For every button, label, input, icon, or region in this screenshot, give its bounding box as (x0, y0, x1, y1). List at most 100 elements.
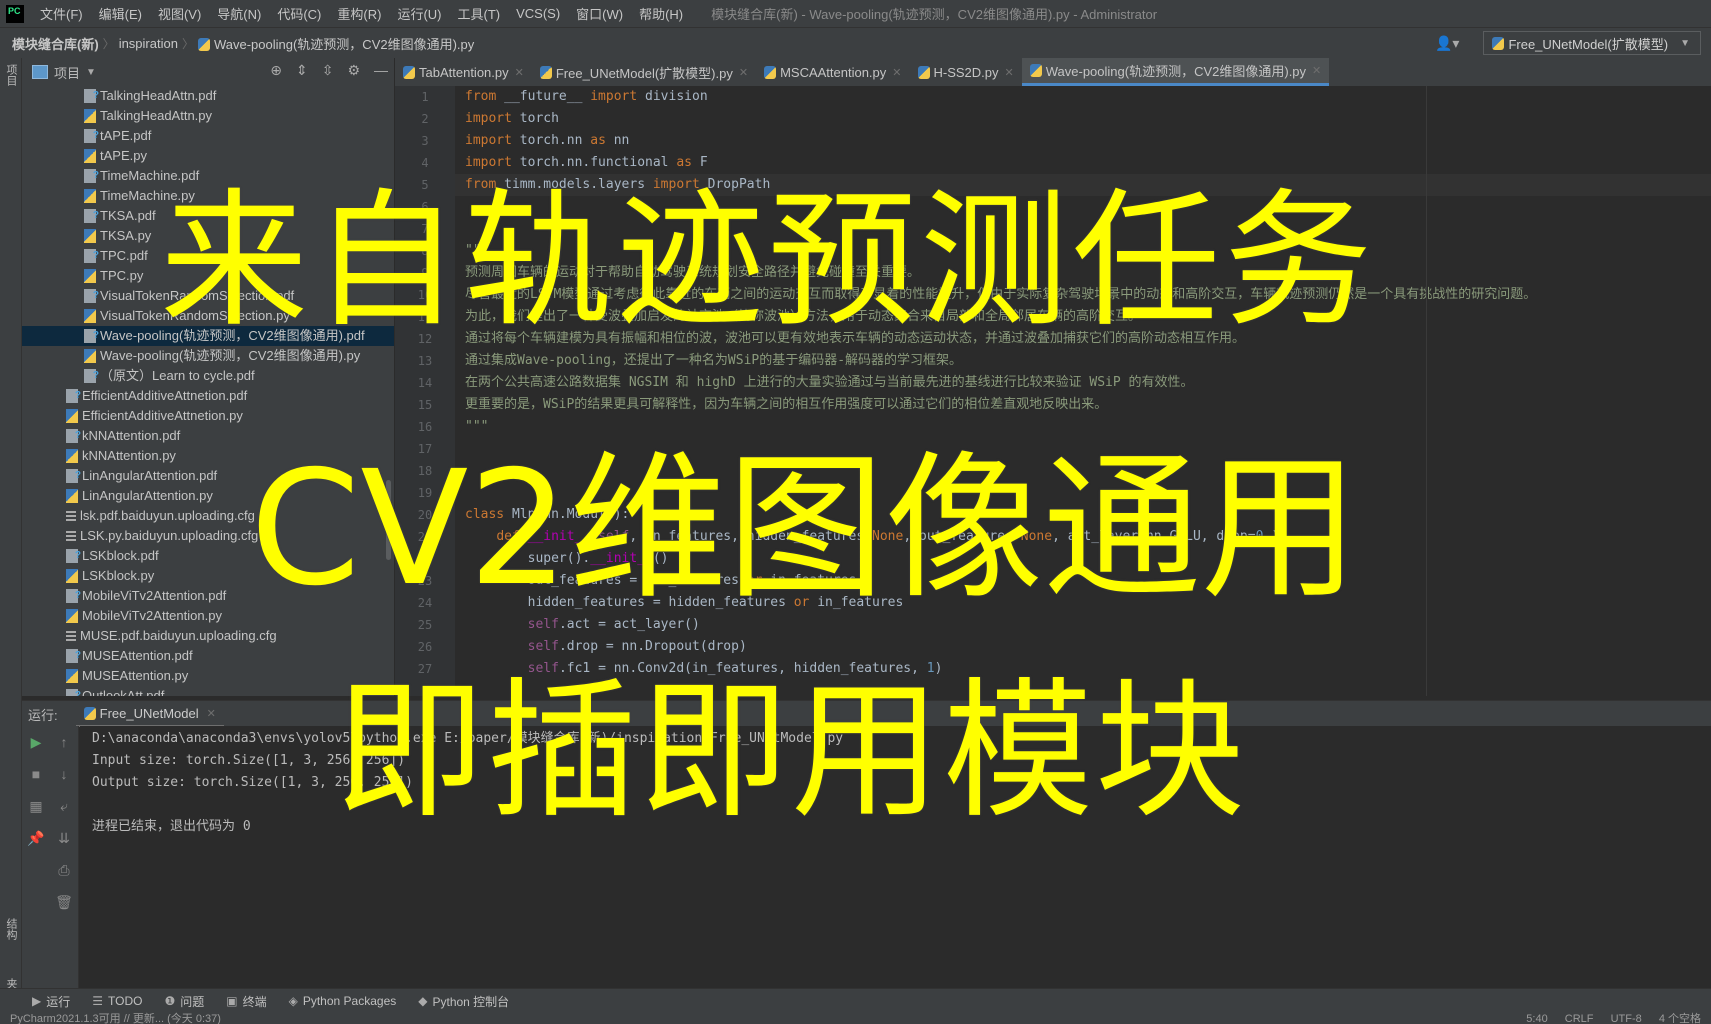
collapse-all-icon[interactable]: ⇳ (322, 62, 334, 79)
code-line[interactable]: 在两个公共高速公路数据集 NGSIM 和 highD 上进行的大量实验通过与当前… (455, 372, 1711, 394)
tree-item[interactable]: TimeMachine.py (22, 186, 394, 206)
code-line[interactable]: from timm.models.layers import DropPath (455, 174, 1711, 196)
tree-item[interactable]: kNNAttention.py (22, 446, 394, 466)
bottom-tab[interactable]: ◈ Python Packages (289, 994, 397, 1008)
tree-item[interactable]: VisualTokenRandomSelection.py (22, 306, 394, 326)
code-line[interactable]: class Mlp(nn.Module): (455, 504, 1711, 526)
code-line[interactable]: 通过集成Wave-pooling，还提出了一种名为WSiP的基于编码器-解码器的… (455, 350, 1711, 372)
code-line[interactable]: 尽管最近的LSTM模型通过考虑彼此靠近的车辆之间的运动交互而取得了显着的性能提升… (455, 284, 1711, 306)
tree-item[interactable]: EfficientAdditiveAttnetion.pdf (22, 386, 394, 406)
tree-item[interactable]: MUSEAttention.pdf (22, 646, 394, 666)
close-tab-icon[interactable]: ✕ (1312, 64, 1321, 77)
code-line[interactable] (455, 460, 1711, 482)
code-line[interactable]: hidden_features = hidden_features or in_… (455, 592, 1711, 614)
bottom-tab[interactable]: ◆ Python 控制台 (418, 993, 509, 1010)
run-tab[interactable]: Free_UNetModel ✕ (75, 701, 224, 727)
chevron-down-icon[interactable]: ▼ (86, 67, 96, 78)
close-tab-icon[interactable]: ✕ (739, 66, 748, 79)
user-icon[interactable]: 👤▾ (1435, 35, 1459, 52)
breadcrumb-project[interactable]: 模块缝合库(新) (0, 34, 103, 53)
close-tab-icon[interactable]: ✕ (1005, 66, 1014, 79)
structure-tool-button[interactable]: 结构 (3, 918, 19, 940)
code-line[interactable]: self.fc1 = nn.Conv2d(in_features, hidden… (455, 658, 1711, 680)
tree-item[interactable]: EfficientAdditiveAttnetion.py (22, 406, 394, 426)
run-console[interactable]: D:\anaconda\anaconda3\envs\yolov5\python… (80, 726, 1711, 990)
pin-icon[interactable]: 📌 (22, 822, 50, 854)
caret-position[interactable]: 5:40 (1526, 1013, 1547, 1024)
code-line[interactable]: super().__init__() (455, 548, 1711, 570)
close-tab-icon[interactable]: ✕ (892, 66, 901, 79)
tree-item[interactable]: LSK.py.baiduyun.uploading.cfg (22, 526, 394, 546)
tree-item[interactable]: TimeMachine.pdf (22, 166, 394, 186)
soft-wrap-icon[interactable]: ⤶ (50, 790, 78, 822)
editor-tab[interactable]: TabAttention.py ✕ (395, 58, 532, 86)
menu-window[interactable]: 窗口(W) (568, 4, 631, 23)
close-icon[interactable]: ✕ (207, 707, 216, 720)
code-line[interactable]: """ (455, 240, 1711, 262)
layout-icon[interactable]: ▦ (22, 790, 50, 822)
tree-item[interactable]: TPC.pdf (22, 246, 394, 266)
code-line[interactable]: 更重要的是，WSiP的结果更具可解释性，因为车辆之间的相互作用强度可以通过它们的… (455, 394, 1711, 416)
tree-item[interactable]: LinAngularAttention.py (22, 486, 394, 506)
tree-item[interactable]: Wave-pooling(轨迹预测，CV2维图像通用).pdf (22, 326, 394, 346)
code-line[interactable]: 通过将每个车辆建模为具有振幅和相位的波，波池可以更有效地表示车辆的动态运动状态，… (455, 328, 1711, 350)
close-tab-icon[interactable]: ✕ (515, 66, 524, 79)
code-line[interactable] (455, 438, 1711, 460)
code-line[interactable] (455, 196, 1711, 218)
code-line[interactable]: import torch.nn as nn (455, 130, 1711, 152)
tree-item[interactable]: TPC.py (22, 266, 394, 286)
tree-item[interactable]: OutlookAtt.pdf (22, 686, 394, 696)
run-config-selector[interactable]: Free_UNetModel(扩散模型) ▼ (1483, 31, 1701, 55)
line-ending[interactable]: CRLF (1565, 1013, 1594, 1024)
rerun-icon[interactable]: ▶ (22, 726, 50, 758)
tree-item[interactable]: Wave-pooling(轨迹预测，CV2维图像通用).py (22, 346, 394, 366)
code-line[interactable]: import torch (455, 108, 1711, 130)
menu-vcs[interactable]: VCS(S) (508, 6, 568, 21)
tree-item[interactable]: LSKblock.pdf (22, 546, 394, 566)
indent-setting[interactable]: 4 个空格 (1659, 1013, 1701, 1024)
menu-help[interactable]: 帮助(H) (631, 4, 691, 23)
stop-icon[interactable]: ■ (22, 758, 50, 790)
menu-code[interactable]: 代码(C) (269, 4, 329, 23)
code-line[interactable]: self.drop = nn.Dropout(drop) (455, 636, 1711, 658)
code-line[interactable]: def __init__(self, in_features, hidden_f… (455, 526, 1711, 548)
gear-icon[interactable]: ⚙ (347, 62, 360, 79)
tree-item[interactable]: MobileViTv2Attention.py (22, 606, 394, 626)
menu-run[interactable]: 运行(U) (389, 4, 449, 23)
tree-item[interactable]: lsk.pdf.baiduyun.uploading.cfg (22, 506, 394, 526)
locate-icon[interactable]: ⊕ (270, 62, 282, 79)
tree-item[interactable]: MobileViTv2Attention.pdf (22, 586, 394, 606)
code-line[interactable]: 为此，我们提出了一种受波叠加启发的社交池（简称波池）方法，用于动态聚合来自局部和… (455, 306, 1711, 328)
editor-tab[interactable]: Free_UNetModel(扩散模型).py ✕ (532, 58, 756, 86)
file-encoding[interactable]: UTF-8 (1611, 1013, 1642, 1024)
code-line[interactable]: 预测周围车辆的运动对于帮助自动驾驶系统规划安全路径并避免碰撞至关重要。 (455, 262, 1711, 284)
bottom-tab[interactable]: ▣ 终端 (226, 993, 266, 1010)
tree-item[interactable]: LSKblock.py (22, 566, 394, 586)
tree-item[interactable]: LinAngularAttention.pdf (22, 466, 394, 486)
code-line[interactable] (455, 218, 1711, 240)
arrow-down-icon[interactable]: ↓ (50, 758, 78, 790)
tree-item[interactable]: （原文）Learn to cycle.pdf (22, 366, 394, 386)
breadcrumb-folder[interactable]: inspiration (115, 36, 182, 51)
project-tool-button[interactable]: 项目 (3, 64, 19, 86)
trash-icon[interactable]: 🗑 (50, 886, 78, 918)
bottom-tab[interactable]: ☰ TODO (92, 994, 142, 1008)
menu-edit[interactable]: 编辑(E) (91, 4, 150, 23)
tree-item[interactable]: VisualTokenRandomSelection.pdf (22, 286, 394, 306)
arrow-up-icon[interactable]: ↑ (50, 726, 78, 758)
tree-item[interactable]: TalkingHeadAttn.pdf (22, 86, 394, 106)
editor-tab[interactable]: MSCAAttention.py ✕ (756, 58, 909, 86)
menu-refactor[interactable]: 重构(R) (329, 4, 389, 23)
editor-tab[interactable]: H-SS2D.py ✕ (910, 58, 1022, 86)
status-update-message[interactable]: PyCharm2021.1.3可用 // 更新... (今天 0:37) (10, 1012, 221, 1024)
project-tree-scrollbar[interactable] (386, 480, 391, 560)
project-view-selector[interactable]: 项目 (54, 63, 80, 82)
menu-file[interactable]: 文件(F) (32, 4, 91, 23)
code-line[interactable]: out_features = out_features or in_featur… (455, 570, 1711, 592)
expand-all-icon[interactable]: ⇕ (296, 62, 308, 79)
bottom-tab[interactable]: ❶ 问题 (164, 993, 204, 1010)
code-line[interactable] (455, 482, 1711, 504)
menu-tools[interactable]: 工具(T) (449, 4, 508, 23)
breadcrumb-file[interactable]: Wave-pooling(轨迹预测，CV2维图像通用).py (194, 34, 478, 53)
menu-navigate[interactable]: 导航(N) (209, 4, 269, 23)
